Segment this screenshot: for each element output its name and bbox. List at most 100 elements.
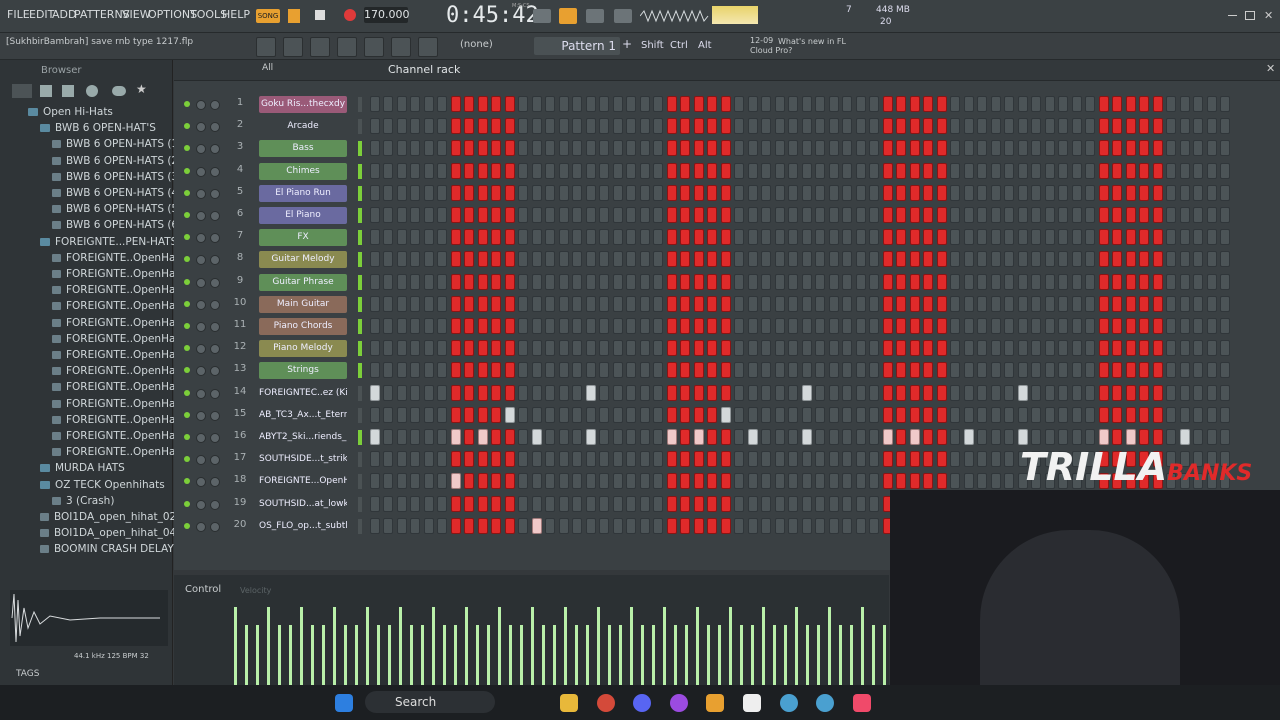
step-button[interactable] <box>977 318 988 334</box>
step-button[interactable] <box>1152 162 1163 179</box>
step-button[interactable] <box>666 362 677 379</box>
step-button[interactable] <box>856 451 866 468</box>
step-button[interactable] <box>733 251 744 268</box>
step-button[interactable] <box>437 362 448 379</box>
step-button[interactable] <box>895 473 906 490</box>
maximize-icon[interactable] <box>1245 11 1255 20</box>
step-button[interactable] <box>1219 118 1230 135</box>
step-button[interactable] <box>707 251 718 268</box>
channel-mute-led[interactable] <box>184 522 190 529</box>
step-button[interactable] <box>571 517 582 534</box>
step-button[interactable] <box>923 229 934 246</box>
rack-filter[interactable]: All <box>262 63 273 73</box>
step-button[interactable] <box>653 295 664 312</box>
step-button[interactable] <box>409 140 420 157</box>
step-button[interactable] <box>990 96 1001 112</box>
pattern-none-label[interactable]: (none) <box>460 39 493 50</box>
step-button[interactable] <box>558 473 569 490</box>
step-button[interactable] <box>558 207 569 223</box>
step-button[interactable] <box>424 384 434 401</box>
step-button[interactable] <box>895 207 906 223</box>
step-button[interactable] <box>1072 251 1082 268</box>
channel-pan-knob[interactable] <box>196 233 206 244</box>
step-button[interactable] <box>653 473 664 490</box>
step-button[interactable] <box>787 451 798 468</box>
velocity-bar[interactable] <box>806 625 809 685</box>
step-button[interactable] <box>1219 207 1230 223</box>
step-button[interactable] <box>949 384 960 401</box>
step-button[interactable] <box>1057 384 1068 401</box>
step-button[interactable] <box>463 406 474 423</box>
step-button[interactable] <box>1206 184 1217 201</box>
step-button[interactable] <box>720 273 731 290</box>
step-button[interactable] <box>666 495 677 512</box>
step-button[interactable] <box>707 118 718 135</box>
step-button[interactable] <box>1018 406 1028 423</box>
step-button[interactable] <box>1126 295 1136 312</box>
step-button[interactable] <box>841 96 852 112</box>
channel-name-button[interactable]: SOUTHSID...at_lowkey <box>259 495 347 513</box>
step-button[interactable] <box>1139 429 1150 445</box>
step-button[interactable] <box>640 362 650 379</box>
step-button[interactable] <box>625 429 636 445</box>
step-button[interactable] <box>532 318 542 334</box>
step-button[interactable] <box>558 162 569 179</box>
step-button[interactable] <box>923 96 934 112</box>
step-button[interactable] <box>895 429 906 445</box>
step-button[interactable] <box>1085 251 1096 268</box>
step-button[interactable] <box>936 251 947 268</box>
step-button[interactable] <box>370 451 380 468</box>
step-button[interactable] <box>1126 96 1136 112</box>
step-button[interactable] <box>694 384 704 401</box>
step-button[interactable] <box>491 473 502 490</box>
step-button[interactable] <box>545 207 556 223</box>
step-button[interactable] <box>802 184 812 201</box>
step-button[interactable] <box>545 162 556 179</box>
step-button[interactable] <box>1219 362 1230 379</box>
step-button[interactable] <box>383 273 394 290</box>
step-button[interactable] <box>640 406 650 423</box>
step-button[interactable] <box>679 429 690 445</box>
channel-pan-knob[interactable] <box>196 366 206 377</box>
channel-name-button[interactable]: Bass <box>259 140 347 158</box>
step-button[interactable] <box>558 118 569 135</box>
step-button[interactable] <box>370 295 380 312</box>
velocity-bar[interactable] <box>872 625 875 685</box>
step-button[interactable] <box>1098 118 1109 135</box>
step-button[interactable] <box>761 118 772 135</box>
step-button[interactable] <box>1003 96 1014 112</box>
step-button[interactable] <box>586 96 596 112</box>
step-button[interactable] <box>1219 384 1230 401</box>
step-button[interactable] <box>478 140 488 157</box>
step-button[interactable] <box>424 429 434 445</box>
channel-select-meter[interactable] <box>358 363 362 379</box>
step-button[interactable] <box>586 207 596 223</box>
step-button[interactable] <box>409 318 420 334</box>
channel-number[interactable]: 13 <box>230 363 250 374</box>
step-button[interactable] <box>1126 340 1136 357</box>
step-button[interactable] <box>923 429 934 445</box>
step-button[interactable] <box>586 406 596 423</box>
step-button[interactable] <box>517 429 528 445</box>
step-button[interactable] <box>1072 340 1082 357</box>
rack-close-icon[interactable]: ✕ <box>1266 62 1275 75</box>
step-button[interactable] <box>383 495 394 512</box>
channel-volume-knob[interactable] <box>210 122 220 133</box>
step-button[interactable] <box>1098 318 1109 334</box>
step-button[interactable] <box>815 184 826 201</box>
step-button[interactable] <box>1085 273 1096 290</box>
step-button[interactable] <box>910 362 920 379</box>
channel-name-button[interactable]: Goku Ris...thecxdy <box>259 96 347 113</box>
step-button[interactable] <box>761 229 772 246</box>
step-button[interactable] <box>517 473 528 490</box>
step-button[interactable] <box>1180 162 1190 179</box>
step-button[interactable] <box>910 229 920 246</box>
step-button[interactable] <box>586 429 596 445</box>
step-button[interactable] <box>437 429 448 445</box>
step-button[interactable] <box>748 340 758 357</box>
step-button[interactable] <box>517 251 528 268</box>
step-button[interactable] <box>841 406 852 423</box>
step-button[interactable] <box>841 273 852 290</box>
velocity-bar[interactable] <box>355 625 358 685</box>
step-button[interactable] <box>1031 384 1042 401</box>
